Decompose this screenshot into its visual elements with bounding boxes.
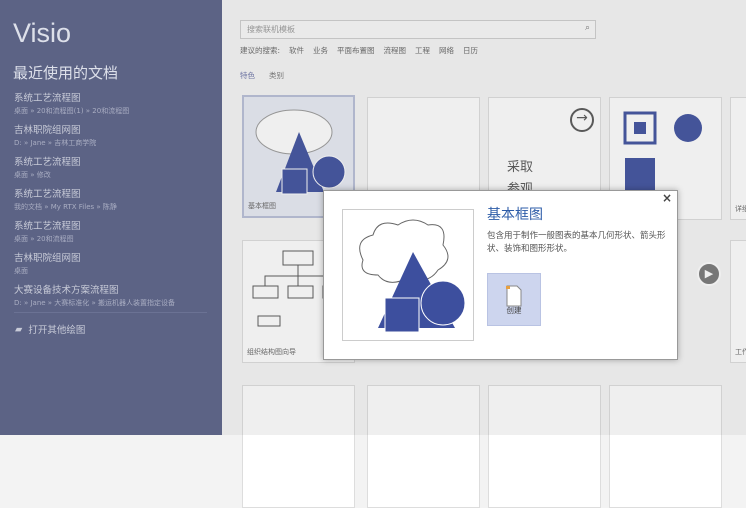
recent-item[interactable]: 大赛设备技术方案流程图 D: » Jane » 大赛标准化 » 搬运机器人装置指定…: [14, 282, 214, 314]
recent-title: 吉林职院组网图: [14, 125, 81, 136]
open-other-label: 打开其他绘图: [28, 325, 86, 336]
recent-heading: 最近使用的文档: [13, 64, 119, 82]
recent-path: 桌面 » 20和流程图: [14, 235, 74, 243]
recent-path: 桌面: [14, 267, 28, 275]
create-button[interactable]: 创建: [487, 273, 541, 326]
sidebar: Visio 最近使用的文档 系统工艺流程图桌面 » 20和流程图(1) » 20…: [0, 0, 222, 435]
open-other-button[interactable]: ▰ 打开其他绘图: [15, 322, 86, 337]
recent-path: 桌面 » 修改: [14, 171, 51, 179]
recent-item[interactable]: 系统工艺流程图我的文档 » My RTX Files » 陈静: [14, 186, 214, 218]
recent-title: 系统工艺流程图: [14, 221, 81, 232]
recent-item[interactable]: 吉林职院组网图 桌面: [14, 250, 214, 282]
recent-title: 系统工艺流程图: [14, 93, 81, 104]
recent-title: 系统工艺流程图: [14, 189, 81, 200]
dialog-description: 包含用于制作一般图表的基本几何形状、箭头形状、装饰和图形形状。: [487, 231, 666, 254]
recent-path: D: » Jane » 大赛标准化 » 搬运机器人装置指定设备: [14, 299, 176, 307]
dialog-title: 基本框图: [487, 207, 543, 223]
template-preview: [342, 209, 474, 341]
create-label: 创建: [506, 306, 522, 315]
recent-title: 大赛设备技术方案流程图: [14, 285, 119, 296]
recent-title: 系统工艺流程图: [14, 157, 81, 168]
recent-path: 桌面 » 20和流程图(1) » 20和流程图: [14, 107, 130, 115]
app-title: Visio: [13, 18, 72, 48]
recent-list: 系统工艺流程图 桌面 » 20和流程图(1) » 20和流程图 吉林职院组网图 D:…: [14, 90, 214, 314]
recent-path: 我的文档 » My RTX Files » 陈静: [14, 203, 117, 211]
divider: [14, 312, 207, 313]
folder-icon: ▰: [15, 323, 23, 335]
template-preview-dialog: × 基本框图 包含用于制作一般图表的基本几何形状、箭头形状、装饰和图形形状。 创…: [323, 190, 678, 360]
basic-shapes-icon: [359, 219, 466, 333]
recent-item[interactable]: 系统工艺流程图桌面 » 20和流程图(1) » 20和流程图: [14, 90, 214, 122]
recent-item[interactable]: 系统工艺流程图 桌面 » 修改: [14, 154, 214, 186]
recent-path: D: » Jane » 吉林工商学院: [14, 139, 97, 147]
recent-item[interactable]: 吉林职院组网图 D: » Jane » 吉林工商学院: [14, 122, 214, 154]
close-button[interactable]: ×: [662, 191, 672, 205]
recent-item[interactable]: 系统工艺流程图 桌面 » 20和流程图: [14, 218, 214, 250]
recent-title: 吉林职院组网图: [14, 253, 81, 264]
